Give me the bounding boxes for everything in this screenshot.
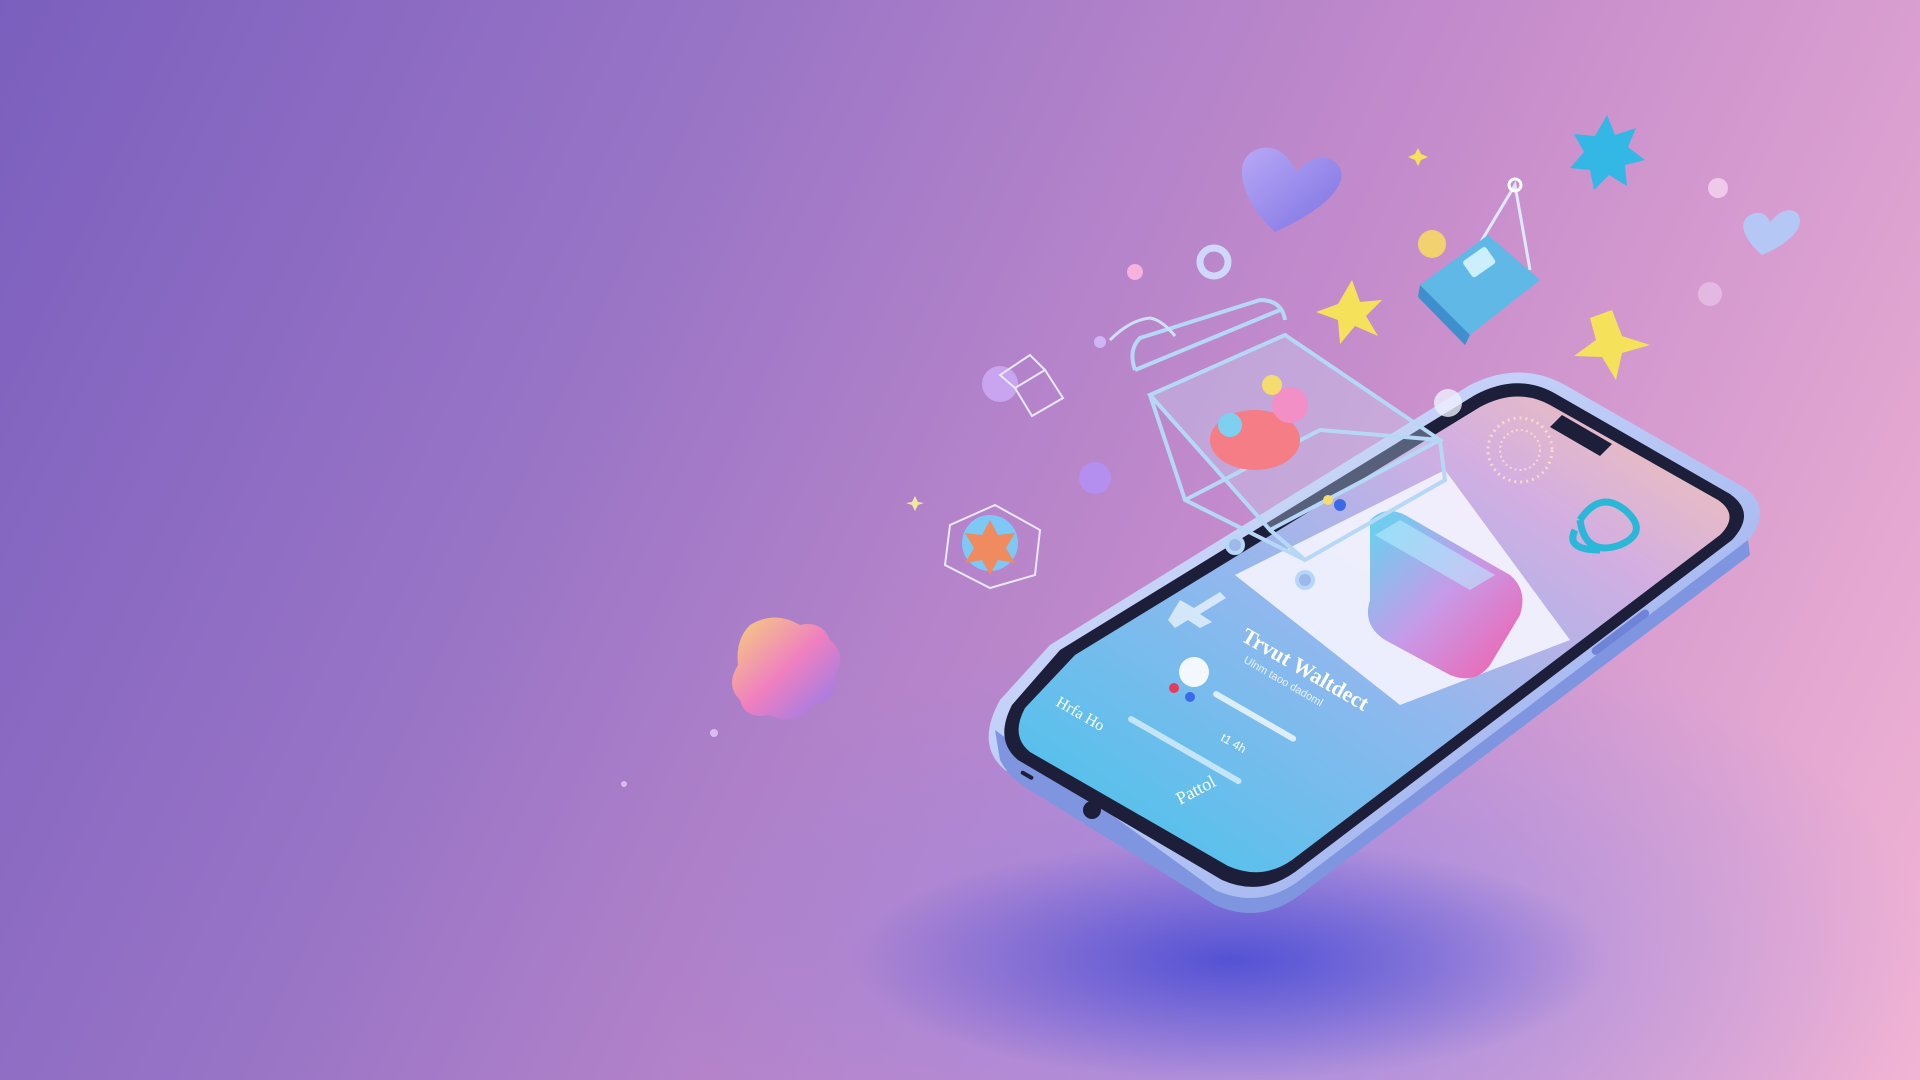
sparkle-dot <box>710 729 718 737</box>
sparkle-dot-2 <box>621 781 627 787</box>
orb-violet <box>1079 462 1111 494</box>
ring-icon <box>1196 244 1232 280</box>
sparkle-icon <box>1408 148 1428 166</box>
orb-white <box>1434 389 1462 417</box>
star-icon-cyan <box>1570 115 1645 190</box>
sparkle-star <box>906 496 924 511</box>
orb-small <box>1127 264 1143 280</box>
orb-tiny <box>1094 336 1106 348</box>
phone-illustration: Trvut Waltdect Ulnm taoo dadoml Hrfa Ho … <box>621 115 1800 1080</box>
heart-icon-small <box>1743 210 1800 255</box>
heart-icon <box>1241 147 1342 232</box>
status-dot-blue <box>1185 692 1195 702</box>
shopping-bag-icon <box>1418 177 1540 345</box>
gem-icon <box>943 503 1042 590</box>
charging-port <box>1083 801 1101 819</box>
orb-pink <box>982 366 1018 402</box>
glass-orb <box>1698 282 1722 306</box>
status-dot-red <box>1169 683 1179 693</box>
puzzle-blob <box>731 617 841 720</box>
orb-faint <box>1708 178 1728 198</box>
illustration-scene: Trvut Waltdect Ulnm taoo dadoml Hrfa Ho … <box>0 0 1920 1080</box>
avatar-circle <box>1179 657 1209 687</box>
star-icon-yellow-2 <box>1574 310 1650 380</box>
gem-small-yellow <box>1418 230 1446 258</box>
star-icon-yellow <box>1316 280 1382 344</box>
